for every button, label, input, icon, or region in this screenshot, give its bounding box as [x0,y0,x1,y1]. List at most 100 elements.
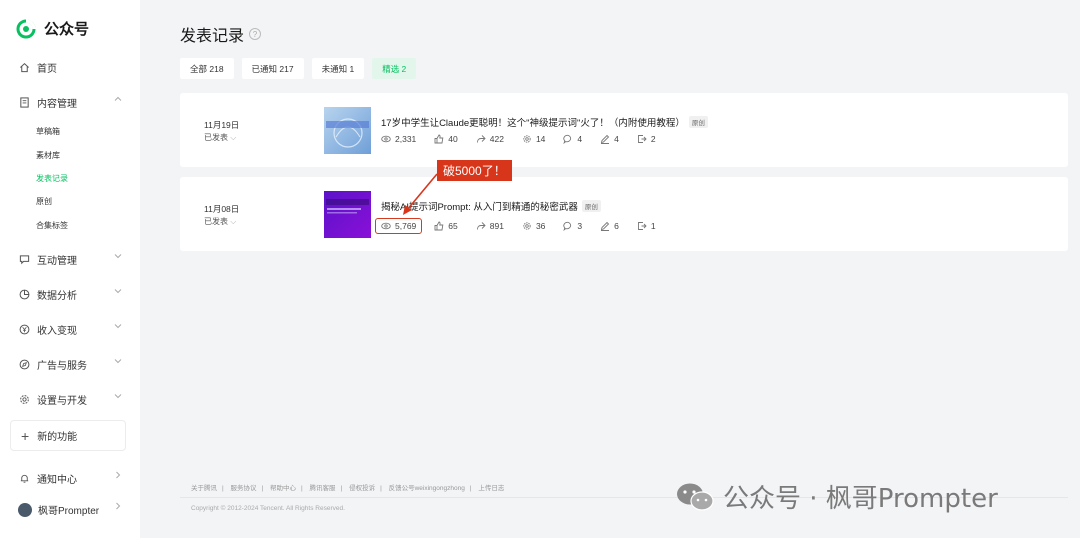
quotes-count: 1 [650,221,656,231]
quote-export-icon [637,222,647,230]
brand-name: 公众号 [44,21,90,38]
publish-date: 11月19日 [204,120,240,130]
views-count: 5,769 [395,221,417,231]
watermark: 公众号 · 枫哥Prompter [675,478,998,515]
footer-link[interactable]: 帮助中心 [270,485,296,492]
tab-notified[interactable]: 已通知 217 [241,58,304,79]
stat-shares: 422 [476,134,504,144]
footer-link[interactable]: 服务协议 [231,485,257,492]
nav-analytics-label: 数据分析 [37,291,77,302]
nav-income[interactable]: 收入变现 [18,322,122,337]
chevron-right-icon [114,471,122,481]
quotes-count: 2 [650,134,656,144]
nav-settings-label: 设置与开发 [37,396,87,407]
stat-views: 2,331 [381,134,416,144]
nav-content-management[interactable]: 内容管理 [18,95,122,110]
article-card: 11月19日 已发表 ⌵ 17岁中学生让Claude更聪明！这个"神级提示词"火… [180,93,1068,167]
footer-link[interactable]: 腾讯客服 [310,485,336,492]
copyright-text: Copyright © 2012-2024 Tencent. All Right… [191,505,345,512]
stat-likes: 40 [434,134,458,144]
views-count: 2,331 [395,134,417,144]
stat-wows: 14 [522,134,545,144]
user-name: 枫哥Prompter [38,506,100,517]
chevron-up-icon [114,95,122,105]
sidebar-item-original[interactable]: 原创 [36,196,52,207]
publish-status[interactable]: 已发表 ⌵ [204,132,236,143]
chevron-down-icon: ⌵ [230,133,237,142]
sidebar-item-collections[interactable]: 合集标签 [36,220,68,231]
publish-status-label: 已发表 [204,133,228,142]
chevron-down-icon: ⌵ [230,217,237,226]
article-stats: 5,769 65 891 36 3 6 1 [375,218,674,234]
original-badge: 原创 [688,116,708,128]
article-thumbnail[interactable] [324,191,371,238]
pen-icon [601,221,610,231]
nav-user-profile[interactable]: 枫哥Prompter [18,502,122,517]
footer-link[interactable]: 侵权投诉 [349,485,375,492]
article-stats: 2,331 40 422 14 4 4 2 [381,134,674,144]
nav-notifications-label: 通知中心 [37,475,77,486]
stat-shares: 891 [476,221,504,231]
comment-icon [563,134,572,144]
tab-not-notified[interactable]: 未通知 1 [311,58,365,79]
nav-interaction-label: 互动管理 [37,256,77,267]
share-icon [476,222,486,230]
nav-content-management-label: 内容管理 [37,99,77,110]
new-features-label: 新的功能 [37,432,78,443]
wechat-official-logo-icon [16,18,36,38]
nav-analytics[interactable]: 数据分析 [18,287,122,302]
pie-chart-icon [18,289,30,301]
footer-link[interactable]: 反馈公号weixingongzhong [389,485,465,492]
stat-comments: 4 [563,134,582,144]
tab-featured[interactable]: 精选 2 [372,58,417,79]
plus-icon: + [21,427,30,444]
wechat-icon [677,483,714,511]
new-features-button[interactable]: + 新的功能 [10,420,126,451]
comment-icon [563,221,572,231]
tab-all[interactable]: 全部 218 [180,58,234,79]
brand-logo[interactable]: 公众号 [16,18,89,39]
comments-count: 3 [577,221,583,231]
publish-status-label: 已发表 [204,217,228,226]
article-title[interactable]: 17岁中学生让Claude更聪明！这个"神级提示词"火了！（内附使用教程） 原创 [381,115,708,129]
compass-icon [18,359,30,371]
chevron-right-icon [114,502,122,512]
thumbs-up-icon [434,221,444,231]
article-card: 11月08日 已发表 ⌵ 揭秘AI提示词Prompt: 从入门到精通的秘密武器 … [180,177,1068,251]
nav-settings[interactable]: 设置与开发 [18,392,122,407]
footer-link[interactable]: 上传日志 [478,485,504,492]
eye-icon [381,222,391,230]
quote-export-icon [637,135,647,143]
nav-home-label: 首页 [37,64,57,75]
sidebar-item-publish-records[interactable]: 发表记录 [36,173,68,184]
nav-home[interactable]: 首页 [18,60,122,75]
sidebar-item-materials[interactable]: 素材库 [36,150,60,161]
help-icon[interactable]: ? [249,28,262,40]
nav-income-label: 收入变现 [37,326,77,337]
shares-count: 422 [489,134,504,144]
eye-icon [381,135,391,143]
chat-icon [18,254,30,266]
nav-ads[interactable]: 广告与服务 [18,357,122,372]
sidebar: 公众号 首页 内容管理 草稿箱 素材库 发表记录 原创 合集标签 互动管理 数据… [0,0,140,538]
article-thumbnail[interactable] [324,107,371,154]
likes-count: 40 [448,134,458,144]
sidebar-item-drafts[interactable]: 草稿箱 [36,126,60,137]
footer-link[interactable]: 关于腾讯 [191,485,217,492]
nav-notifications[interactable]: 通知中心 [18,471,122,486]
callout-annotation: 破5000了！ [437,160,512,181]
chevron-down-icon [114,357,122,367]
stat-likes: 65 [434,221,458,231]
thumbs-up-icon [434,134,444,144]
footer-links: 关于腾讯 | 服务协议 | 帮助中心 | 腾讯客服 | 侵权投诉 | 反馈公号weixin… [191,485,505,492]
stat-wows: 36 [522,221,545,231]
gear-icon [18,394,30,406]
publish-date: 11月08日 [204,204,240,214]
publish-status[interactable]: 已发表 ⌵ [204,216,236,227]
bell-icon [18,473,30,485]
comments-count: 4 [577,134,583,144]
chevron-down-icon [114,322,122,332]
notes-count: 6 [614,221,619,231]
pen-icon [601,134,610,144]
nav-interaction[interactable]: 互动管理 [18,252,122,267]
